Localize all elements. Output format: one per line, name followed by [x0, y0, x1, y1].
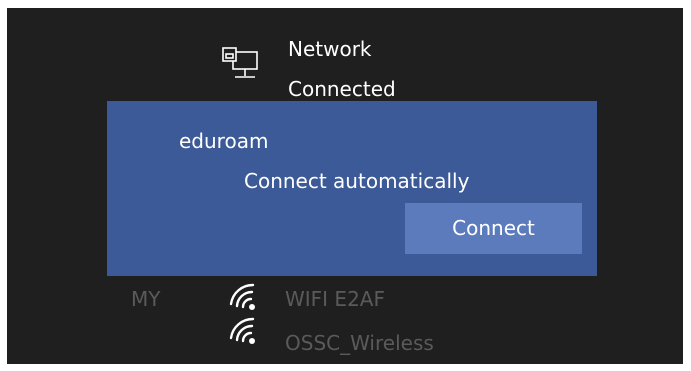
popup-ssid: eduroam	[179, 129, 269, 153]
ethernet-icon	[222, 47, 258, 78]
connect-automatically-option[interactable]: Connect automatically	[244, 167, 469, 195]
network-status: Connected	[288, 77, 396, 101]
network-flyout: Network Connected MY WIFI E2AF OSSC_Wire…	[7, 8, 683, 364]
network-title: Network	[288, 37, 372, 61]
network-connect-popup: eduroam Connect automatically Connect	[107, 101, 597, 276]
hidden-network-label: MY	[131, 287, 161, 311]
connect-button[interactable]: Connect	[405, 203, 582, 254]
wifi-icon	[229, 317, 255, 344]
wifi-icon	[229, 283, 255, 310]
wifi-name: WIFI E2AF	[285, 287, 385, 311]
wifi-name: OSSC_Wireless	[285, 331, 434, 355]
